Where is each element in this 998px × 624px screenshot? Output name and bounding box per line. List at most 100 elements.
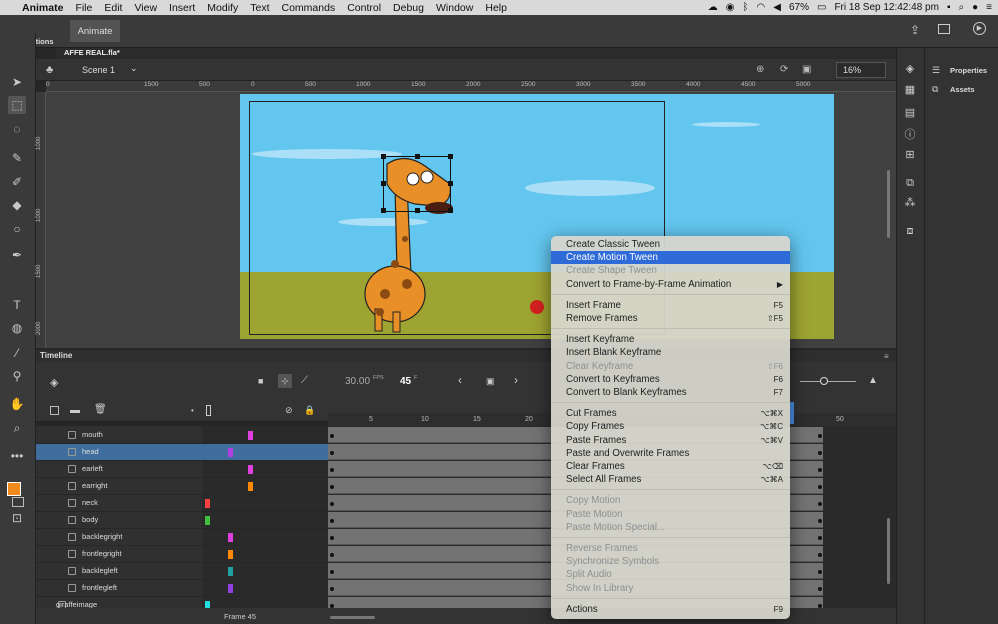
share-icon[interactable]: ⇪ (910, 23, 920, 37)
menu-view[interactable]: View (134, 2, 157, 14)
more-tools-icon[interactable]: ••• (8, 447, 26, 465)
snap-icon[interactable]: ⊡ (8, 509, 26, 527)
layer-color-tag[interactable] (228, 550, 233, 559)
timeline-menu-icon[interactable]: ≡ (884, 352, 889, 361)
info-icon[interactable]: ⓘ (903, 129, 917, 141)
mountain-icon[interactable]: ▲ (868, 375, 878, 386)
keyframe-dot[interactable] (818, 570, 822, 574)
next-keyframe-icon[interactable]: › (514, 373, 518, 387)
selection-icon[interactable]: ➤ (8, 73, 26, 91)
menu-item-insert-blank-keyframe[interactable]: Insert Blank Keyframe (551, 346, 790, 359)
menu-item-paste-frames[interactable]: Paste Frames ⌥⌘V (551, 434, 790, 447)
menu-commands[interactable]: Commands (282, 2, 336, 14)
layer-name[interactable]: backlegleft (82, 566, 118, 575)
paint-bucket-icon[interactable]: ◍ (8, 319, 26, 337)
layer-row[interactable]: body (36, 512, 328, 529)
menu-item-create-motion-tween[interactable]: Create Motion Tween (551, 251, 790, 265)
keyframe-dot[interactable] (818, 536, 822, 540)
menu-insert[interactable]: Insert (169, 2, 195, 14)
transform-handle[interactable] (448, 154, 453, 159)
new-layer-icon[interactable] (50, 406, 59, 415)
workspace-tab[interactable]: Animate (70, 20, 120, 42)
menu-debug[interactable]: Debug (393, 2, 424, 14)
assets-icon[interactable]: ⧉ (932, 84, 938, 95)
camera-icon[interactable]: ■ (258, 376, 263, 386)
play-toggle-icon[interactable]: ▣ (486, 376, 495, 387)
transform-handle[interactable] (381, 208, 386, 213)
layer-name[interactable]: earleft (82, 464, 103, 473)
layer-row[interactable]: mouth (36, 427, 328, 444)
keyframe-dot[interactable] (818, 553, 822, 557)
menu-text[interactable]: Text (250, 2, 269, 14)
library-icon[interactable]: ◈ (903, 63, 917, 75)
stroke-color-swatch[interactable] (12, 497, 24, 507)
playhead[interactable] (790, 402, 794, 424)
menu-window[interactable]: Window (436, 2, 473, 14)
layer-color-tag[interactable] (205, 516, 210, 525)
stage-scrollbar[interactable] (887, 170, 890, 238)
new-folder-icon[interactable]: ▬ (70, 405, 80, 416)
motion-presets-icon[interactable]: ⁂ (903, 197, 917, 209)
menu-item-remove-frames[interactable]: Remove Frames ⇧F5 (551, 312, 790, 325)
grid-icon[interactable]: ▦ (903, 84, 917, 96)
layer-name[interactable]: body (82, 515, 98, 524)
menu-item-clear-frames[interactable]: Clear Frames ⌥⌫ (551, 460, 790, 473)
transform-icon[interactable]: ⊞ (903, 149, 917, 161)
transform-handle[interactable] (381, 181, 386, 186)
menu-item-actions[interactable]: Actions F9 (551, 603, 790, 616)
clock[interactable]: Fri 18 Sep 12:42:48 pm (834, 2, 939, 13)
hand-icon[interactable]: ✋ (8, 395, 26, 413)
layer-row[interactable]: earleft (36, 461, 328, 478)
layer-name[interactable]: mouth (82, 430, 103, 439)
transform-handle[interactable] (415, 208, 420, 213)
timeline-hscrollbar[interactable] (330, 616, 375, 619)
delete-layer-icon[interactable]: 🗑 (94, 404, 107, 415)
keyframe-dot[interactable] (818, 502, 822, 506)
pin-icon[interactable]: ⚲ (8, 367, 26, 385)
layer-row[interactable]: head (36, 444, 328, 461)
play-icon[interactable]: ▶ (973, 22, 986, 35)
keyframe-dot[interactable] (818, 434, 822, 438)
user-icon[interactable]: ● (972, 2, 978, 13)
pen-icon[interactable]: ✒ (8, 246, 26, 264)
zoom-icon[interactable]: ⌕ (8, 419, 26, 437)
scene-name[interactable]: Scene 1 (82, 65, 115, 75)
menu-item-cut-frames[interactable]: Cut Frames ⌥⌘X (551, 407, 790, 420)
search-icon[interactable]: ⌕ (959, 2, 965, 13)
cloud-icon[interactable]: ☁ (708, 2, 718, 13)
history-icon[interactable]: ⧈ (903, 225, 917, 237)
menu-item-convert-to-frame-by-frame-animation[interactable]: Convert to Frame-by-Frame Animation ▶ (551, 278, 790, 291)
prev-keyframe-icon[interactable]: ‹ (458, 373, 462, 387)
rotation-icon[interactable]: ⟳ (780, 64, 788, 75)
layer-row[interactable]: frontlegright (36, 546, 328, 563)
keyframe-dot[interactable] (330, 553, 334, 557)
layer-row[interactable]: earright (36, 478, 328, 495)
keyframe-dot[interactable] (330, 434, 334, 438)
layer-name[interactable]: head (82, 447, 99, 456)
layer-color-tag[interactable] (228, 584, 233, 593)
layer-color-tag[interactable] (205, 499, 210, 508)
text-icon[interactable]: T (8, 296, 26, 314)
keyframe-dot[interactable] (330, 587, 334, 591)
menu-control[interactable]: Control (347, 2, 381, 14)
layer-row[interactable]: frontlegleft (36, 580, 328, 597)
properties-tab[interactable]: Properties (950, 66, 987, 75)
layer-name[interactable]: frontlegright (82, 549, 122, 558)
menu-item-create-classic-tween[interactable]: Create Classic Tween (551, 238, 790, 251)
eraser-icon[interactable]: ◆ (8, 196, 26, 214)
highlight-dot-icon[interactable]: • (191, 406, 194, 415)
zoom-dropdown[interactable]: 16% (836, 62, 886, 78)
properties-icon[interactable]: ☰ (932, 65, 940, 76)
menu-item-copy-frames[interactable]: Copy Frames ⌥⌘C (551, 420, 790, 433)
keyframe-dot[interactable] (818, 451, 822, 455)
layer-color-tag[interactable] (248, 465, 253, 474)
clip-icon[interactable]: ▣ (802, 64, 811, 75)
keyframe-dot[interactable] (330, 519, 334, 523)
timeline-zoom-slider[interactable] (800, 381, 856, 382)
document-tab[interactable]: AFFE REAL.fla* (64, 48, 120, 57)
menu-edit[interactable]: Edit (104, 2, 122, 14)
layer-color-tag[interactable] (248, 482, 253, 491)
show-hide-icon[interactable]: ⊘ (285, 405, 293, 416)
layers-icon[interactable]: ◈ (50, 376, 58, 389)
transform-handle[interactable] (381, 154, 386, 159)
